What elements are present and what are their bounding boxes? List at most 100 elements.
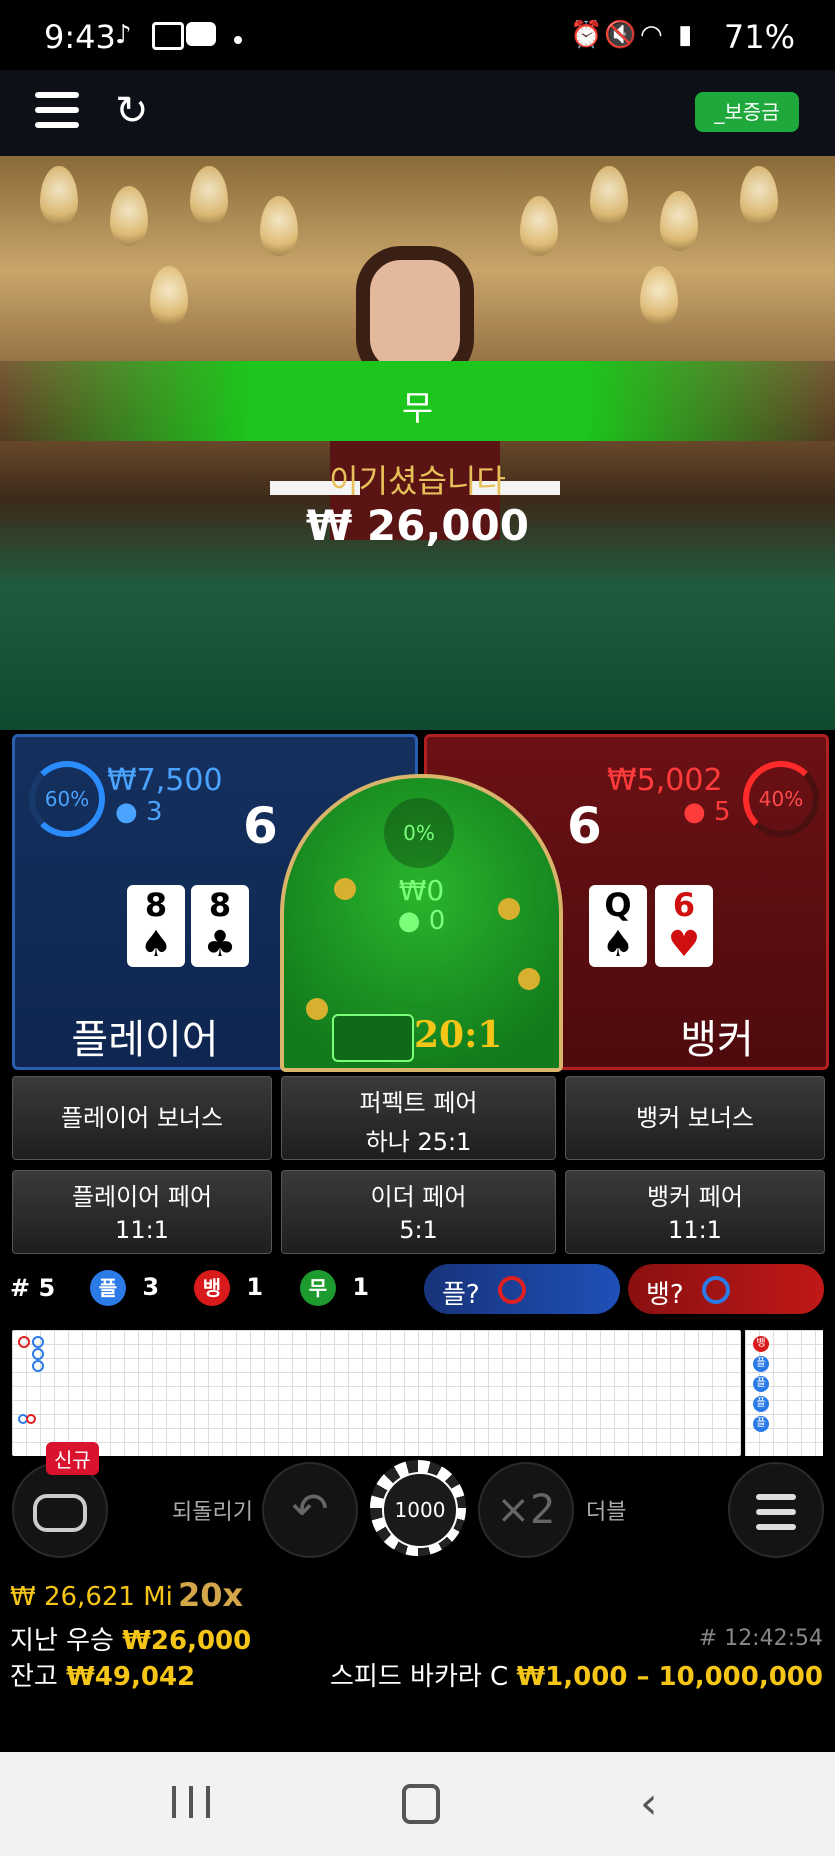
banker-pair-payout: 11:1: [668, 1216, 722, 1244]
coin-icon: [306, 998, 328, 1020]
person-icon: ●: [115, 797, 138, 827]
double-button[interactable]: ×2: [478, 1462, 574, 1558]
tie-win-count: 1: [352, 1273, 370, 1301]
alarm-icon: ⏰: [570, 20, 603, 50]
road-mark: [32, 1360, 44, 1372]
player-bettors: ● 3: [115, 797, 163, 827]
player-pair-payout: 11:1: [115, 1216, 169, 1244]
player-percent-ring: 60%: [29, 761, 105, 837]
banker-bonus-button[interactable]: 뱅커 보너스: [565, 1076, 825, 1160]
banker-card-2: 6 ♥: [655, 885, 713, 967]
tie-bettor-count: 0: [428, 906, 446, 936]
either-pair-button[interactable]: 이더 페어 5:1: [281, 1170, 556, 1254]
card-rank: 8: [208, 886, 232, 924]
recent-apps-icon[interactable]: [172, 1786, 210, 1818]
road-badge: 플: [753, 1376, 769, 1392]
signal-icon: ▮: [678, 20, 693, 50]
banker-bettors: ● 5: [683, 797, 731, 827]
battery-level: 71%: [723, 18, 795, 56]
coin-icon: [334, 878, 356, 900]
road-mark: [32, 1348, 44, 1360]
road-badge: 플: [753, 1416, 769, 1432]
card-suit-icon: ♣: [203, 924, 237, 965]
game-id-time: # 12:42:54: [698, 1626, 823, 1651]
perfect-pair-button[interactable]: 퍼펙트 페어 하나 25:1: [281, 1076, 556, 1160]
tie-stat-badge: 무: [300, 1270, 336, 1306]
player-pair-button[interactable]: 플레이어 페어 11:1: [12, 1170, 272, 1254]
tiktok-icon: ♪: [115, 20, 132, 50]
banker-card-1: Q ♠: [589, 885, 647, 967]
road-mark: [26, 1414, 36, 1424]
banker-win-count: 1: [246, 1273, 264, 1301]
card-rank: 6: [672, 886, 696, 924]
notification-dot-icon: [234, 36, 242, 44]
game-top-bar: ↻ _보증금: [0, 70, 835, 156]
last-win-amount: ₩26,000: [122, 1626, 252, 1656]
big-road-map[interactable]: 뱅 플 플 플 플: [745, 1330, 823, 1456]
banker-bettor-count: 5: [713, 797, 731, 827]
bead-road-map[interactable]: [12, 1330, 741, 1456]
android-nav-bar: ‹: [0, 1752, 835, 1856]
coin-icon: [498, 898, 520, 920]
lobby-button[interactable]: [12, 1462, 108, 1558]
won-amount: ₩ 26,000: [305, 501, 530, 550]
more-menu-button[interactable]: [728, 1462, 824, 1558]
banker-pair-button[interactable]: 뱅커 페어 11:1: [565, 1170, 825, 1254]
road-badge: 뱅: [753, 1336, 769, 1352]
banker-circle-icon: [498, 1276, 526, 1304]
banker-predict-button[interactable]: 뱅?: [628, 1264, 824, 1314]
road-mark: [18, 1336, 30, 1348]
undo-button[interactable]: ↶: [262, 1462, 358, 1558]
tie-bet-area[interactable]: 0% ₩0 ● 0 20:1: [280, 774, 563, 1072]
player-card-2: 8 ♣: [191, 885, 249, 967]
card-suit-icon: ♠: [139, 924, 173, 965]
home-icon[interactable]: [402, 1784, 440, 1824]
multiplier: 20x: [178, 1576, 244, 1614]
chip-selector[interactable]: 1000: [370, 1460, 466, 1556]
player-win-count: 3: [142, 1273, 160, 1301]
player-stat-badge: 플: [90, 1270, 126, 1306]
balance-amount: ₩49,042: [66, 1662, 196, 1692]
tie-win-stat: 무 1: [300, 1270, 369, 1306]
wifi-icon: ◠: [640, 20, 663, 50]
back-icon[interactable]: ‹: [640, 1778, 658, 1829]
banker-label: 뱅커: [680, 1017, 754, 1063]
last-win-label: 지난 우승: [10, 1626, 114, 1656]
perfect-pair-payout: 하나 25:1: [365, 1128, 472, 1156]
last-win: 지난 우승 ₩26,000: [10, 1620, 251, 1657]
double-label: 더블: [586, 1500, 627, 1525]
new-badge: 신규: [46, 1442, 99, 1475]
road-badge: 플: [753, 1396, 769, 1412]
player-label: 플레이어: [71, 1017, 219, 1063]
card-rank: 8: [144, 886, 168, 924]
tie-payout: 20:1: [414, 1014, 503, 1056]
won-label: 이기셨습니다: [329, 462, 506, 500]
banknote-icon: [332, 1014, 414, 1062]
deposit-button[interactable]: _보증금: [695, 92, 799, 132]
reload-icon[interactable]: ↻: [115, 88, 149, 134]
tie-percent-ring: 0%: [384, 798, 454, 868]
banker-score: 6: [567, 797, 602, 855]
hamburger-menu-icon[interactable]: [35, 92, 79, 137]
chip-value: 1000: [382, 1472, 458, 1548]
round-number: # 5: [10, 1274, 56, 1302]
coin-icon: [518, 968, 540, 990]
banker-stat-badge: 뱅: [194, 1270, 230, 1306]
player-win-stat: 플 3: [90, 1270, 159, 1306]
balance: 잔고 ₩49,042: [10, 1656, 195, 1693]
menu-icon: [756, 1494, 796, 1530]
player-circle-icon: [702, 1276, 730, 1304]
clock: 9:43: [44, 18, 116, 56]
banker-amount: ₩5,002: [607, 763, 723, 798]
player-predict-button[interactable]: 플?: [424, 1264, 620, 1314]
table-name: 스피드 바카라 C: [330, 1662, 509, 1692]
person-icon: ●: [683, 797, 706, 827]
perfect-pair-label: 퍼펙트 페어: [359, 1089, 478, 1117]
player-card-1: 8 ♠: [127, 885, 185, 967]
player-bettor-count: 3: [145, 797, 163, 827]
player-bonus-button[interactable]: 플레이어 보너스: [12, 1076, 272, 1160]
table-info: 스피드 바카라 C ₩1,000 – 10,000,000: [330, 1656, 823, 1693]
player-predict-label: 플?: [442, 1280, 480, 1310]
banker-percent-ring: 40%: [743, 761, 819, 837]
max-win-line: ₩ 26,621 Mi: [10, 1582, 173, 1612]
